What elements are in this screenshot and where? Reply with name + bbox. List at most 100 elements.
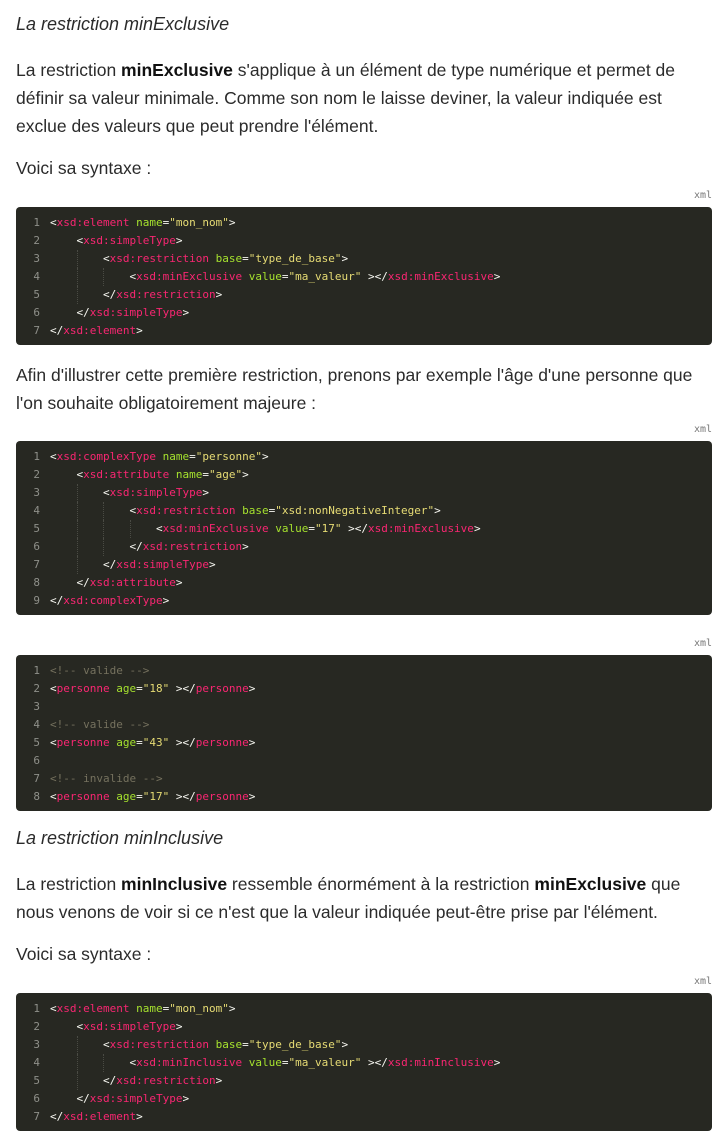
mininclusive-description: La restriction minInclusive ressemble én… [16, 870, 716, 926]
code-language-label: xml [693, 638, 712, 649]
code-line: 7 </xsd:element> [16, 1108, 712, 1126]
code-token: < [156, 522, 163, 535]
code-token: <!-- invalide --> [50, 772, 163, 785]
code-token: < [50, 736, 57, 749]
code-token: > [493, 1056, 501, 1069]
code-token: < [50, 450, 57, 463]
text-segment: La restriction [16, 60, 122, 80]
code-token: xsd:simpleType [83, 1020, 176, 1033]
code-token: age [116, 682, 137, 695]
code-token: xsd:minExclusive [162, 522, 269, 535]
line-number: 6 [33, 306, 40, 319]
code-token: < [103, 252, 110, 265]
code-token: value [275, 522, 309, 535]
code-token: "mon_nom" [169, 1002, 229, 1015]
code-block-mininclusive-syntax[interactable]: 1 <xsd:element name="mon_nom"> 2 <xsd:simpl… [16, 993, 712, 1131]
keyword-minexclusive: minExclusive [534, 874, 647, 894]
code-token: > [182, 1092, 190, 1105]
code-token: xsd:simpleType [89, 1092, 183, 1105]
code-text: <personne age="17" ></personne> [50, 788, 255, 806]
code-token: = [242, 1038, 249, 1051]
code-token: ></ [361, 1056, 388, 1069]
code-line: 2 <personne age="18" ></personne> [16, 680, 712, 698]
code-text: <xsd:simpleType> [50, 1018, 183, 1036]
code-block-minexclusive-instances[interactable]: 1 <!-- valide --> 2 <personne age="18" ></p… [16, 655, 712, 811]
code-line: 1 <xsd:element name="mon_nom"> [16, 1000, 712, 1018]
code-token: base [215, 1038, 243, 1051]
code-token: age [116, 736, 137, 749]
code-token: xsd:restriction [116, 1074, 216, 1087]
code-token: name [162, 450, 190, 463]
code-token: xsd:minExclusive [367, 522, 474, 535]
code-token: > [136, 324, 143, 337]
code-token: base [215, 252, 243, 265]
indent-guide [103, 520, 130, 538]
line-number: 4 [33, 270, 40, 283]
indent-guide [103, 1054, 130, 1072]
indent-guide [76, 250, 104, 268]
indent-guide [76, 484, 104, 502]
code-token: < [50, 790, 57, 803]
indent-guide [76, 1036, 104, 1054]
code-token: xsd:simpleType [83, 234, 176, 247]
code-language-label: xml [693, 976, 712, 987]
code-token: ></ [169, 736, 196, 749]
code-text: </xsd:restriction> [50, 1072, 222, 1090]
code-token: personne [56, 790, 110, 803]
line-number: 2 [33, 682, 40, 695]
code-token: "17" [314, 522, 342, 535]
code-token: > [162, 594, 170, 607]
code-text: <xsd:element name="mon_nom"> [50, 214, 235, 232]
code-token: ></ [169, 682, 196, 695]
line-number: 9 [33, 594, 40, 607]
code-token: "17" [142, 790, 170, 803]
section-heading-minexclusive: La restriction minExclusive [16, 14, 230, 34]
code-line: 3 [16, 698, 712, 716]
line-number: 2 [33, 1020, 40, 1033]
code-token: age [116, 790, 137, 803]
code-block-minexclusive-example[interactable]: 1 <xsd:complexType name="personne"> 2 <xsd:… [16, 441, 712, 615]
code-token: = [136, 790, 143, 803]
code-token: personne [56, 682, 110, 695]
code-token: = [189, 450, 196, 463]
text-segment: La restriction [16, 874, 122, 894]
code-token: > [242, 540, 249, 553]
code-token: ></ [341, 522, 368, 535]
code-token: </ [50, 1110, 64, 1123]
code-token: < [103, 486, 110, 499]
code-block-minexclusive-syntax[interactable]: 1 <xsd:element name="mon_nom"> 2 <xsd:simpl… [16, 207, 712, 345]
code-token: xsd:minInclusive [136, 1056, 243, 1069]
code-token: > [182, 306, 190, 319]
code-text: </xsd:restriction> [50, 538, 249, 556]
indent-guide [76, 1054, 104, 1072]
code-line: 8 </xsd:attribute> [16, 574, 712, 592]
code-token: "ma_valeur" [288, 1056, 362, 1069]
minexclusive-description: La restriction minExclusive s'applique à… [16, 56, 716, 140]
code-token: < [103, 1038, 110, 1051]
code-token: xsd:element [56, 1002, 130, 1015]
code-line: 4 <xsd:minExclusive value="ma_valeur" ></… [16, 268, 712, 286]
line-number: 3 [33, 252, 40, 265]
code-token: "ma_valeur" [288, 270, 362, 283]
code-text: <xsd:complexType name="personne"> [50, 448, 269, 466]
code-token: xsd:restriction [136, 504, 236, 517]
code-line: 1 <xsd:element name="mon_nom"> [16, 214, 712, 232]
indent-guide [103, 538, 130, 556]
line-number: 7 [33, 1110, 40, 1123]
code-text: <personne age="43" ></personne> [50, 734, 255, 752]
code-token: xsd:minExclusive [387, 270, 494, 283]
code-token: > [248, 790, 256, 803]
code-token: = [136, 736, 143, 749]
code-line: 6 </xsd:simpleType> [16, 304, 712, 322]
section-heading-mininclusive: La restriction minInclusive [16, 828, 224, 848]
indent-guide [50, 304, 77, 322]
code-token: personne [56, 736, 110, 749]
code-token: < [50, 1002, 57, 1015]
code-text: <xsd:minInclusive value="ma_valeur" ></x… [50, 1054, 500, 1072]
code-token: xsd:restriction [116, 288, 216, 301]
code-text: <xsd:simpleType> [50, 484, 209, 502]
code-token: > [175, 1020, 183, 1033]
line-number: 8 [33, 576, 40, 589]
code-line: 9 </xsd:complexType> [16, 592, 712, 610]
